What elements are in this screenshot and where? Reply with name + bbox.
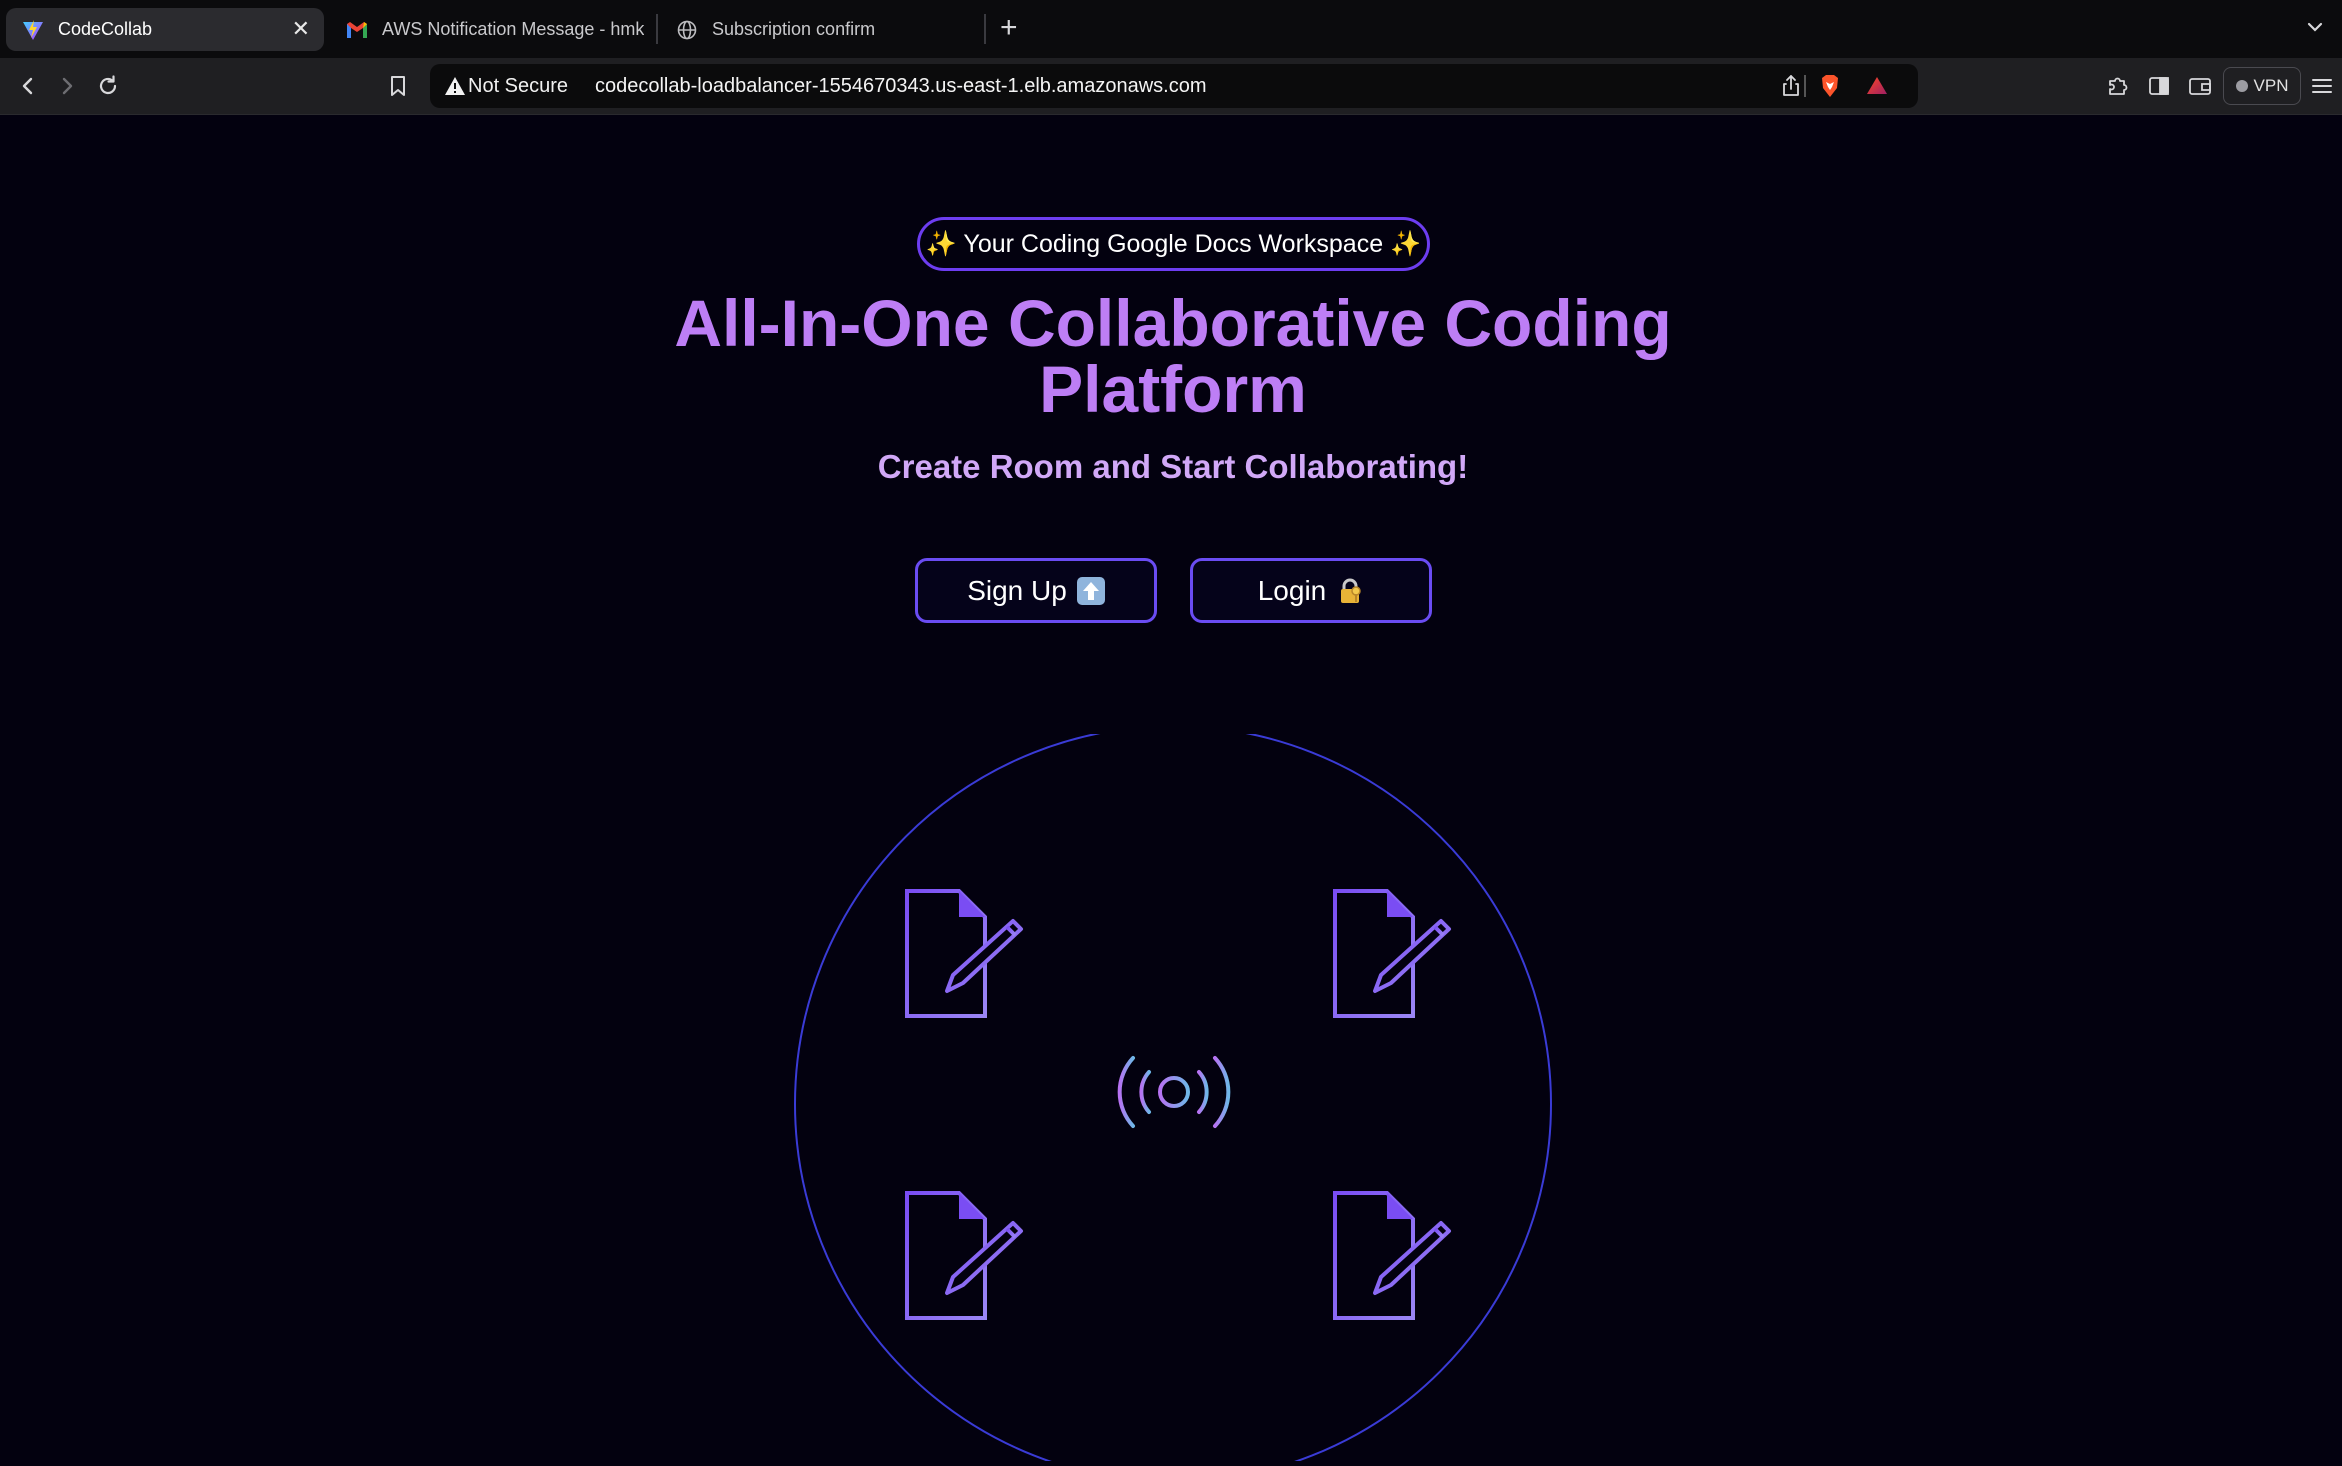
wallet-icon[interactable] xyxy=(2186,72,2214,100)
vite-logo-icon xyxy=(22,19,44,41)
bookmark-icon[interactable] xyxy=(387,72,409,100)
gmail-icon xyxy=(346,19,368,41)
tab-subscription-confirm[interactable]: Subscription confirm xyxy=(660,8,980,51)
collaboration-circle xyxy=(794,725,1552,1466)
headline-line-1: All-In-One Collaborative Coding xyxy=(674,286,1672,360)
tab-title: CodeCollab xyxy=(58,19,153,39)
document-edit-icon xyxy=(905,889,1023,1018)
browser-toolbar: Not Secure codecollab-loadbalancer-15546… xyxy=(0,58,2342,115)
back-arrow-icon[interactable] xyxy=(14,72,42,100)
security-status-label[interactable]: Not Secure xyxy=(468,75,568,98)
login-button[interactable]: Login xyxy=(1190,558,1432,623)
sign-up-label: Sign Up xyxy=(967,574,1067,606)
warning-triangle-icon[interactable] xyxy=(444,75,466,97)
tab-divider xyxy=(656,14,658,44)
forward-arrow-icon[interactable] xyxy=(53,72,81,100)
brave-shields-icon[interactable] xyxy=(1817,73,1843,99)
document-edit-icon xyxy=(1333,1191,1451,1320)
url-bar-divider xyxy=(1804,75,1806,97)
tab-divider xyxy=(984,14,986,44)
tab-title: Subscription confirm xyxy=(712,19,876,39)
tab-title: AWS Notification Message - hmk xyxy=(382,19,644,39)
vpn-status-dot-icon xyxy=(2235,80,2248,92)
reload-icon[interactable] xyxy=(94,72,122,100)
document-edit-icon xyxy=(905,1191,1023,1320)
address-bar[interactable]: Not Secure codecollab-loadbalancer-15546… xyxy=(430,64,1918,108)
menu-hamburger-icon[interactable] xyxy=(2308,72,2336,100)
share-icon[interactable] xyxy=(1778,73,1804,99)
globe-icon xyxy=(676,19,698,41)
collaboration-illustration xyxy=(790,725,1556,1466)
workspace-badge: ✨ Your Coding Google Docs Workspace ✨ xyxy=(917,217,1430,271)
brave-rewards-icon[interactable] xyxy=(1864,73,1890,99)
document-edit-icon xyxy=(1333,889,1451,1018)
tab-aws-notification[interactable]: AWS Notification Message - hmk xyxy=(330,8,648,51)
up-arrow-emoji-icon xyxy=(1076,576,1105,605)
vpn-label: VPN xyxy=(2253,76,2289,95)
sign-up-button[interactable]: Sign Up xyxy=(915,558,1157,623)
extensions-puzzle-icon[interactable] xyxy=(2104,72,2132,100)
page-subtitle: Create Room and Start Collaborating! xyxy=(877,448,1469,485)
headline-line-2: Platform xyxy=(1039,352,1307,426)
close-tab-icon[interactable]: ✕ xyxy=(292,17,310,41)
vpn-button[interactable]: VPN xyxy=(2223,67,2301,105)
tab-codecollab[interactable]: CodeCollab ✕ xyxy=(6,8,324,51)
broadcast-antenna-icon xyxy=(1117,1056,1231,1158)
url-text[interactable]: codecollab-loadbalancer-1554670343.us-ea… xyxy=(595,75,1207,98)
sidebar-toggle-icon[interactable] xyxy=(2145,72,2173,100)
login-label: Login xyxy=(1257,574,1327,606)
tab-bar: CodeCollab ✕ AWS Notification Message - … xyxy=(0,0,2342,58)
page-headline: All-In-One Collaborative Coding Platform xyxy=(600,290,1746,422)
lock-with-key-emoji-icon xyxy=(1336,577,1364,605)
new-tab-plus-icon[interactable]: + xyxy=(1000,13,1018,43)
tab-list-chevron-down-icon[interactable] xyxy=(2302,14,2328,40)
